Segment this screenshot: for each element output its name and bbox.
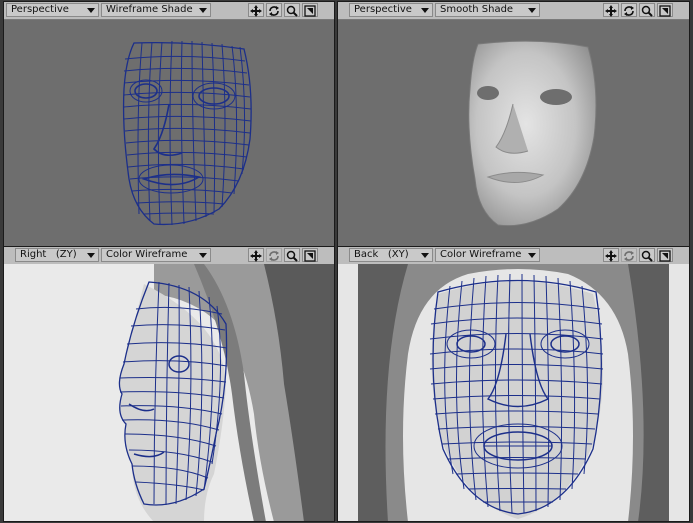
zoom-icon[interactable] [284, 248, 300, 262]
move-icon[interactable] [603, 248, 619, 262]
render-mode-dropdown[interactable]: Wireframe Shade [101, 3, 211, 17]
viewport-canvas[interactable] [338, 264, 689, 521]
viewport-top-right[interactable]: Perspective Smooth Shade [337, 1, 690, 247]
zoom-icon[interactable] [639, 248, 655, 262]
viewport-canvas[interactable] [4, 19, 334, 246]
rotate-icon [266, 248, 282, 262]
render-mode-dropdown[interactable]: Color Wireframe [101, 248, 211, 262]
move-icon[interactable] [248, 3, 264, 17]
rotate-icon [621, 248, 637, 262]
viewport-toolbar: Back (XY) Color Wireframe [338, 247, 689, 265]
viewport-toolbar: Perspective Wireframe Shade [4, 2, 334, 20]
viewport-canvas[interactable] [4, 264, 334, 521]
maximize-icon[interactable] [302, 3, 318, 17]
view-type-dropdown[interactable]: Right (ZY) [15, 248, 99, 262]
viewport-bottom-left[interactable]: Right (ZY) Color Wireframe [3, 246, 335, 522]
maximize-icon[interactable] [657, 248, 673, 262]
maximize-icon[interactable] [302, 248, 318, 262]
viewport-top-left[interactable]: Perspective Wireframe Shade [3, 1, 335, 247]
view-type-dropdown[interactable]: Back (XY) [349, 248, 433, 262]
viewport-toolbar: Right (ZY) Color Wireframe [4, 247, 334, 265]
view-type-dropdown[interactable]: Perspective [6, 3, 99, 17]
render-mode-dropdown[interactable]: Color Wireframe [435, 248, 540, 262]
zoom-icon[interactable] [284, 3, 300, 17]
move-icon[interactable] [603, 3, 619, 17]
modeler-window: Perspective Wireframe Shade Perspective … [0, 0, 693, 523]
view-type-dropdown[interactable]: Perspective [349, 3, 433, 17]
zoom-icon[interactable] [639, 3, 655, 17]
viewport-bottom-right[interactable]: Back (XY) Color Wireframe [337, 246, 690, 522]
maximize-icon[interactable] [657, 3, 673, 17]
viewport-toolbar: Perspective Smooth Shade [338, 2, 689, 20]
render-mode-dropdown[interactable]: Smooth Shade [435, 3, 540, 17]
viewport-canvas[interactable] [338, 19, 689, 246]
rotate-icon[interactable] [266, 3, 282, 17]
move-icon[interactable] [248, 248, 264, 262]
rotate-icon[interactable] [621, 3, 637, 17]
